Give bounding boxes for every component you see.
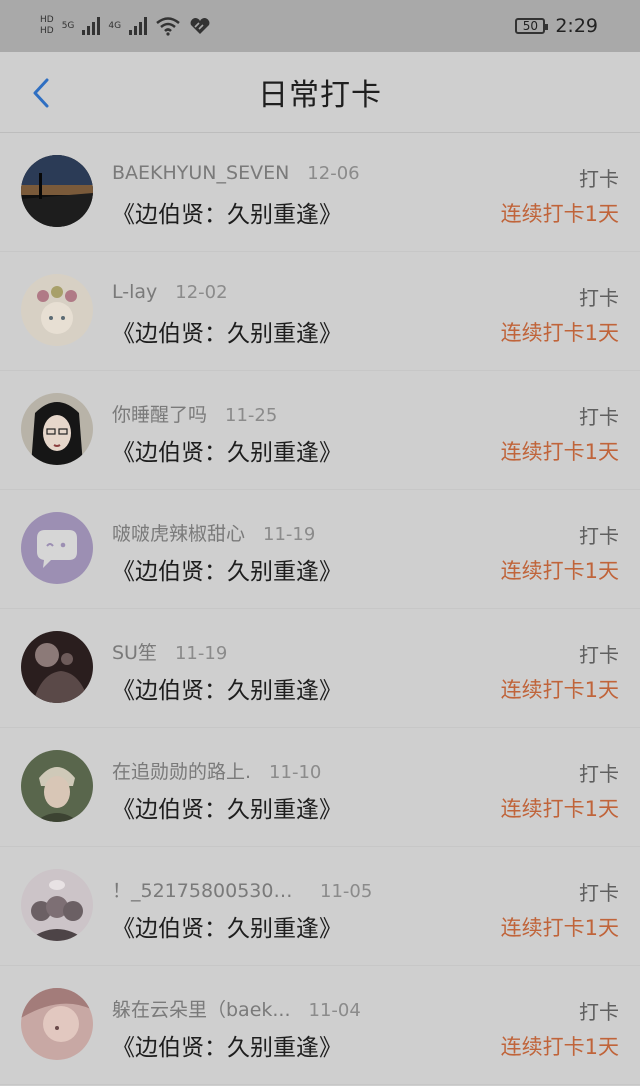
checkin-action: 打卡 <box>579 405 619 429</box>
username[interactable]: BAEKHYUN_SEVEN <box>112 162 289 184</box>
username[interactable]: 啵啵虎辣椒甜心 <box>112 519 245 546</box>
item-meta: 啵啵虎辣椒甜心 11-19 <box>112 519 315 545</box>
list-item[interactable]: BAEKHYUN_SEVEN 12-06 《边伯贤：久别重逢》 打卡 连续打卡1… <box>0 133 640 252</box>
streak-label: 连续打卡1天 <box>500 797 619 821</box>
checkin-action: 打卡 <box>579 762 619 786</box>
avatar[interactable] <box>21 274 93 346</box>
date: 11-04 <box>308 1000 361 1021</box>
list-item[interactable]: ！_521758005302... 11-05 《边伯贤：久别重逢》 打卡 连续… <box>0 847 640 966</box>
streak-label: 连续打卡1天 <box>500 916 619 940</box>
date: 11-05 <box>320 881 373 902</box>
username[interactable]: L-lay <box>112 281 157 303</box>
book-title[interactable]: 《边伯贤：久别重逢》 <box>112 195 342 229</box>
avatar[interactable] <box>21 512 93 584</box>
page-title: 日常打卡 <box>258 78 382 113</box>
date: 11-10 <box>269 762 322 783</box>
book-title[interactable]: 《边伯贤：久别重逢》 <box>112 552 342 586</box>
streak-label: 连续打卡1天 <box>500 321 619 345</box>
book-title[interactable]: 《边伯贤：久别重逢》 <box>112 1028 342 1062</box>
item-meta: L-lay 12-02 <box>112 281 228 307</box>
streak-label: 连续打卡1天 <box>500 1035 619 1059</box>
date: 11-19 <box>263 524 316 545</box>
status-bar: HD HD 5G 4G 50 2:29 <box>0 0 640 52</box>
book-title[interactable]: 《边伯贤：久别重逢》 <box>112 433 342 467</box>
username[interactable]: 你睡醒了吗 <box>112 400 207 427</box>
list-item[interactable]: 躲在云朵里（baek... 11-04 《边伯贤：久别重逢》 打卡 连续打卡1天 <box>0 966 640 1085</box>
date: 11-19 <box>174 643 228 664</box>
item-meta: 在追勋勋的路上. 11-10 <box>112 757 321 783</box>
streak-label: 连续打卡1天 <box>500 559 619 583</box>
hd-label-top: HD <box>40 15 54 25</box>
avatar[interactable] <box>21 631 93 703</box>
checkin-action: 打卡 <box>579 643 619 667</box>
book-title[interactable]: 《边伯贤：久别重逢》 <box>112 314 342 348</box>
item-meta: 躲在云朵里（baek... 11-04 <box>112 995 361 1021</box>
username[interactable]: SU笙 <box>112 638 157 665</box>
checkin-action: 打卡 <box>579 167 619 191</box>
5g-label: 5G <box>61 20 75 31</box>
signal-4g-icon <box>129 17 148 35</box>
app-header: 日常打卡 <box>0 52 640 133</box>
hd-indicator: HD HD <box>40 16 54 36</box>
item-meta: ！_521758005302... 11-05 <box>112 876 372 902</box>
streak-label: 连续打卡1天 <box>500 678 619 702</box>
status-right: 50 2:29 <box>515 15 598 37</box>
book-title[interactable]: 《边伯贤：久别重逢》 <box>112 909 342 943</box>
avatar[interactable] <box>21 869 93 941</box>
username[interactable]: ！_521758005302... <box>112 876 302 903</box>
date: 12-02 <box>175 282 228 303</box>
checkin-action: 打卡 <box>579 286 619 310</box>
list-item[interactable]: 啵啵虎辣椒甜心 11-19 《边伯贤：久别重逢》 打卡 连续打卡1天 <box>0 490 640 609</box>
4g-label: 4G <box>108 20 122 31</box>
wifi-icon <box>156 17 180 36</box>
avatar[interactable] <box>21 155 93 227</box>
status-left: HD HD 5G 4G <box>40 16 211 36</box>
battery-icon: 50 <box>515 18 549 34</box>
hd-label-bottom: HD <box>40 26 54 36</box>
item-meta: 你睡醒了吗 11-25 <box>112 400 277 426</box>
checkin-action: 打卡 <box>579 524 619 548</box>
list-item[interactable]: 在追勋勋的路上. 11-10 《边伯贤：久别重逢》 打卡 连续打卡1天 <box>0 728 640 847</box>
streak-label: 连续打卡1天 <box>500 202 619 226</box>
back-button[interactable] <box>24 76 58 110</box>
list-item[interactable]: 你睡醒了吗 11-25 《边伯贤：久别重逢》 打卡 连续打卡1天 <box>0 371 640 490</box>
streak-label: 连续打卡1天 <box>500 440 619 464</box>
avatar[interactable] <box>21 988 93 1060</box>
clock: 2:29 <box>555 15 598 37</box>
signal-5g-icon <box>82 17 101 35</box>
checkin-list: BAEKHYUN_SEVEN 12-06 《边伯贤：久别重逢》 打卡 连续打卡1… <box>0 133 640 1085</box>
username[interactable]: 躲在云朵里（baek... <box>112 995 291 1022</box>
book-title[interactable]: 《边伯贤：久别重逢》 <box>112 790 342 824</box>
date: 12-06 <box>307 163 360 184</box>
item-meta: BAEKHYUN_SEVEN 12-06 <box>112 162 360 188</box>
list-item[interactable]: L-lay 12-02 《边伯贤：久别重逢》 打卡 连续打卡1天 <box>0 252 640 371</box>
heart-speed-icon <box>190 18 210 34</box>
checkin-action: 打卡 <box>579 1000 619 1024</box>
battery-level: 50 <box>522 19 538 33</box>
checkin-action: 打卡 <box>579 881 619 905</box>
list-item[interactable]: SU笙 11-19 《边伯贤：久别重逢》 打卡 连续打卡1天 <box>0 609 640 728</box>
book-title[interactable]: 《边伯贤：久别重逢》 <box>112 671 342 705</box>
avatar[interactable] <box>21 750 93 822</box>
avatar[interactable] <box>21 393 93 465</box>
date: 11-25 <box>225 405 278 426</box>
username[interactable]: 在追勋勋的路上. <box>112 757 251 784</box>
chevron-left-icon <box>33 78 49 108</box>
item-meta: SU笙 11-19 <box>112 638 227 664</box>
